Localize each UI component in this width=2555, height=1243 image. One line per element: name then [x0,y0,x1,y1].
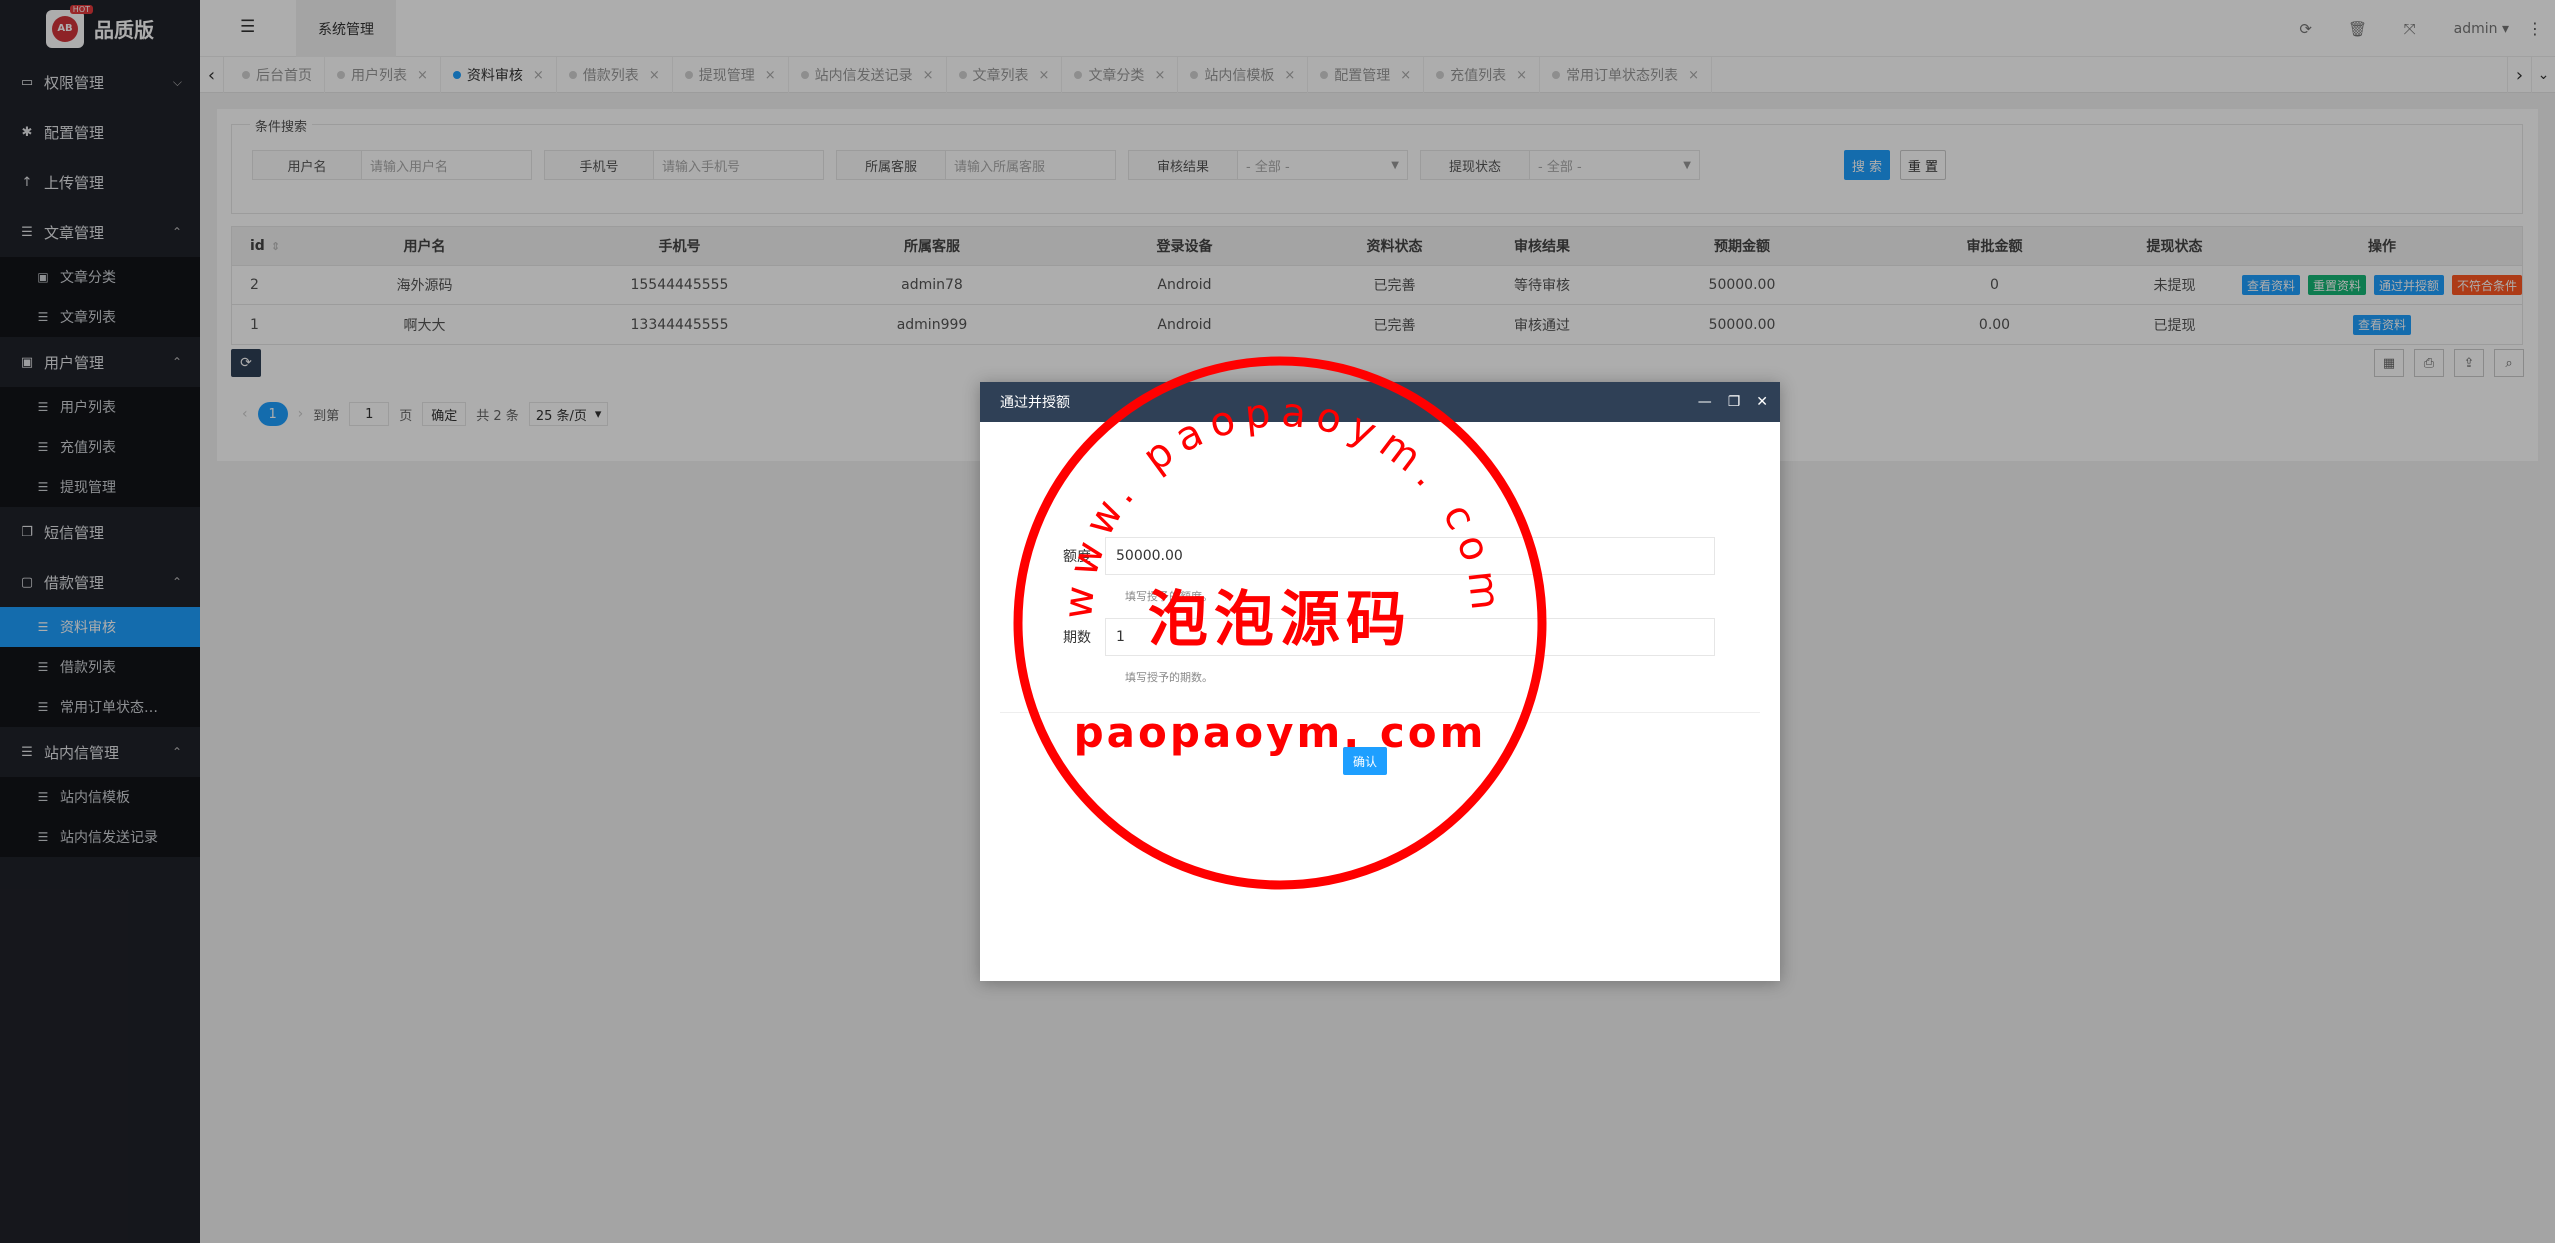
modal-divider [1000,712,1760,713]
close-icon[interactable]: ✕ [1756,394,1768,410]
approve-modal: 通过并授额 — ❐ ✕ 额度 50000.00 填写授予的额度。 期数 1 填写… [980,382,1780,981]
quota-tip: 填写授予的额度。 [1125,590,1213,603]
quota-row: 额度 50000.00 [1040,537,1715,575]
confirm-button[interactable]: 确认 [1343,747,1387,775]
quota-input[interactable]: 50000.00 [1105,537,1715,575]
maximize-icon[interactable]: ❐ [1728,394,1741,410]
minimize-icon[interactable]: — [1698,394,1712,410]
modal-title: 通过并授额 [980,382,1780,422]
periods-tip: 填写授予的期数。 [1125,671,1213,684]
quota-label: 额度 [1063,549,1091,565]
periods-label: 期数 [1063,630,1091,646]
modal-controls: — ❐ ✕ [1698,382,1768,422]
periods-input[interactable]: 1 [1105,618,1715,656]
periods-row: 期数 1 [1040,618,1715,656]
